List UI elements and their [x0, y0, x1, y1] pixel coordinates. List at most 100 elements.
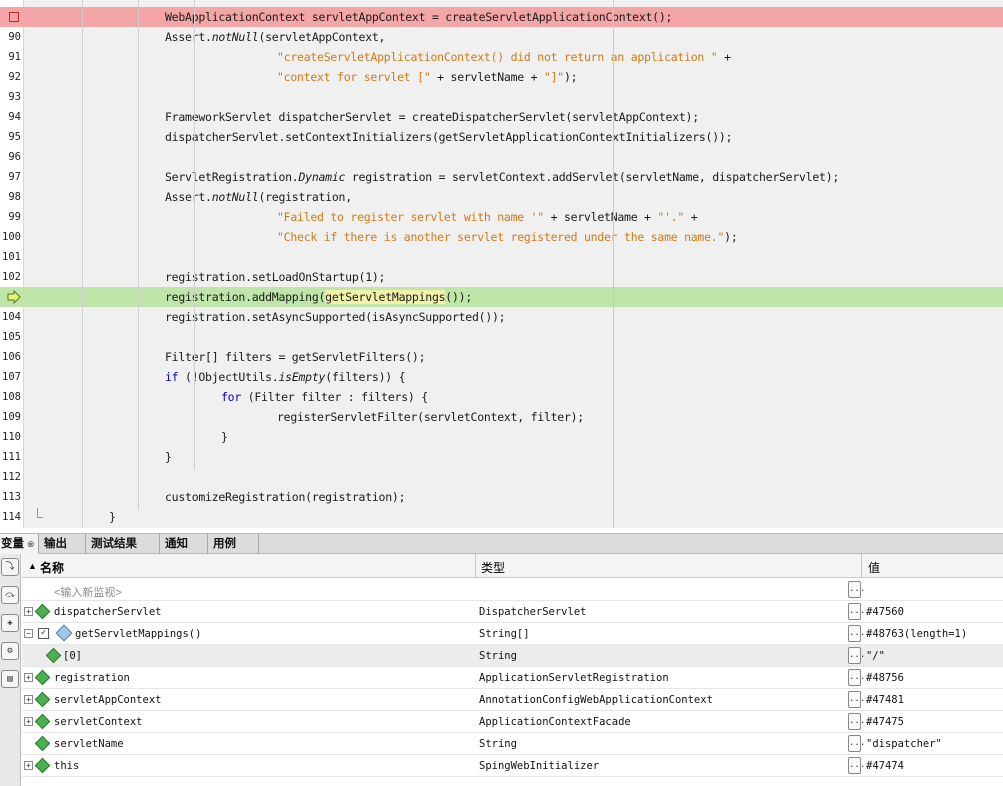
new-watch-row[interactable]: <输入新监视>... — [22, 579, 1003, 601]
variable-value[interactable]: #48763(length=1) — [866, 628, 967, 640]
code-line[interactable]: 93 — [0, 87, 1003, 107]
edit-value-button[interactable]: ... — [848, 603, 865, 620]
step-into-icon[interactable]: ⤼ — [1, 586, 19, 604]
variable-row[interactable]: + servletContext ApplicationContextFacade.… — [22, 711, 1003, 733]
line-number: 109 — [2, 411, 21, 423]
code-text[interactable]: } — [165, 450, 172, 464]
tab-variables[interactable]: 变量 ⊗ — [0, 534, 39, 554]
code-line[interactable]: 109 registerServletFilter(servletContext,… — [0, 407, 1003, 427]
code-line[interactable]: 99 "Failed to register servlet with name … — [0, 207, 1003, 227]
code-line[interactable]: 90 Assert.notNull(servletAppContext, — [0, 27, 1003, 47]
expand-icon[interactable]: + — [24, 607, 33, 616]
code-line[interactable]: 95 dispatcherServlet.setContextInitialize… — [0, 127, 1003, 147]
code-text[interactable]: registration.setLoadOnStartup(1); — [165, 270, 385, 284]
variable-value[interactable]: #47474 — [866, 760, 904, 772]
variable-value[interactable]: #48756 — [866, 672, 904, 684]
variable-value[interactable]: #47475 — [866, 716, 904, 728]
edit-value-button[interactable]: ... — [848, 713, 865, 730]
code-line[interactable]: 92 "context for servlet [" + servletName … — [0, 67, 1003, 87]
code-text[interactable]: WebApplicationContext servletAppContext … — [165, 10, 672, 24]
code-text[interactable]: } — [109, 510, 116, 524]
settings-icon[interactable]: ⚙ — [1, 642, 19, 660]
variable-value[interactable]: "/" — [866, 650, 885, 662]
code-text[interactable]: for (Filter filter : filters) { — [221, 390, 428, 404]
variable-row[interactable]: − ✓ getServletMappings() String[]... #48763(… — [22, 623, 1003, 645]
tab-test-results[interactable]: 测试结果 — [86, 534, 160, 554]
code-text[interactable]: "context for servlet [" + servletName + … — [277, 70, 578, 84]
variable-row[interactable]: + this SpingWebInitializer... #47474 — [22, 755, 1003, 777]
code-line[interactable]: 91 "createServletApplicationContext() did… — [0, 47, 1003, 67]
code-line[interactable]: 107 if (!ObjectUtils.isEmpty(filters)) { — [0, 367, 1003, 387]
variable-row[interactable]: [0] String... "/" — [22, 645, 1003, 667]
code-text[interactable]: } — [221, 430, 228, 444]
variable-row[interactable]: + servletAppContext AnnotationConfigWebApp… — [22, 689, 1003, 711]
code-line[interactable]: 101 — [0, 247, 1003, 267]
code-editor[interactable]: WebApplicationContext servletAppContext … — [0, 0, 1003, 528]
code-line[interactable]: 110} — [0, 427, 1003, 447]
string-literal: "createServletApplicationContext() did n… — [277, 50, 718, 64]
watch-checkbox[interactable]: ✓ — [38, 628, 49, 639]
step-over-icon[interactable]: ⤵ — [1, 558, 19, 576]
code-text[interactable]: "Check if there is another servlet regis… — [277, 230, 738, 244]
code-text[interactable]: Assert.notNull(servletAppContext, — [165, 30, 385, 44]
code-line[interactable]: 105 — [0, 327, 1003, 347]
sort-indicator[interactable]: ▲ — [28, 561, 37, 571]
code-line[interactable]: 102 registration.setLoadOnStartup(1); — [0, 267, 1003, 287]
column-header-type[interactable]: 类型 — [481, 559, 505, 576]
new-watch-input[interactable]: <输入新监视> — [54, 584, 122, 600]
expand-icon[interactable]: + — [24, 717, 33, 726]
code-line[interactable]: 96 — [0, 147, 1003, 167]
edit-value-button[interactable]: ... — [848, 757, 865, 774]
column-header-value[interactable]: 值 — [868, 559, 880, 576]
breakpoint-icon[interactable] — [9, 12, 19, 22]
code-line[interactable]: 98 Assert.notNull(registration, — [0, 187, 1003, 207]
code-text[interactable]: Filter[] filters = getServletFilters(); — [165, 350, 426, 364]
code-line[interactable]: 104 registration.setAsyncSupported(isAsyn… — [0, 307, 1003, 327]
code-line[interactable]: 113 customizeRegistration(registration); — [0, 487, 1003, 507]
layout-icon[interactable]: ▤ — [1, 670, 19, 688]
code-text[interactable]: registration.addMapping(getServletMappin… — [165, 290, 472, 304]
edit-value-button[interactable]: ... — [848, 625, 865, 642]
code-line[interactable]: 100 "Check if there is another servlet re… — [0, 227, 1003, 247]
tab-use-cases[interactable]: 用例 — [208, 534, 259, 554]
code-text[interactable]: registration.setAsyncSupported(isAsyncSu… — [165, 310, 506, 324]
variable-type: ApplicationContextFacade — [479, 716, 631, 728]
code-line[interactable]: WebApplicationContext servletAppContext … — [0, 7, 1003, 27]
edit-value-button[interactable]: ... — [848, 669, 865, 686]
code-line[interactable]: 97 ServletRegistration.Dynamic registrati… — [0, 167, 1003, 187]
tab-notifications[interactable]: 通知 — [160, 534, 208, 554]
code-line[interactable]: 114} — [0, 507, 1003, 527]
variable-value[interactable]: #47481 — [866, 694, 904, 706]
add-watch-icon[interactable]: ✚ — [1, 614, 19, 632]
edit-value-button[interactable]: ... — [848, 647, 865, 664]
edit-value-button[interactable]: ... — [848, 691, 865, 708]
variable-row[interactable]: servletName String... "dispatcher" — [22, 733, 1003, 755]
code-text[interactable]: "Failed to register servlet with name '"… — [277, 210, 698, 224]
code-line[interactable]: registration.addMapping(getServletMappin… — [0, 287, 1003, 307]
expand-icon[interactable]: + — [24, 673, 33, 682]
tab-output[interactable]: 输出 — [39, 534, 86, 554]
tab-close-icon[interactable]: ⊗ — [27, 539, 35, 549]
column-header-name[interactable]: 名称 — [40, 559, 64, 576]
expand-icon[interactable]: + — [24, 761, 33, 770]
code-text[interactable]: FrameworkServlet dispatcherServlet = cre… — [165, 110, 699, 124]
code-line[interactable]: 94 FrameworkServlet dispatcherServlet = c… — [0, 107, 1003, 127]
collapse-icon[interactable]: − — [24, 629, 33, 638]
variable-row[interactable]: + registration ApplicationServletRegistrat… — [22, 667, 1003, 689]
code-text[interactable]: if (!ObjectUtils.isEmpty(filters)) { — [165, 370, 406, 384]
code-text[interactable]: customizeRegistration(registration); — [165, 490, 406, 504]
variable-row[interactable]: + dispatcherServlet DispatcherServlet... #4… — [22, 601, 1003, 623]
code-line[interactable]: 112 — [0, 467, 1003, 487]
variable-value[interactable]: #47560 — [866, 606, 904, 618]
code-line[interactable]: 108 for (Filter filter : filters) { — [0, 387, 1003, 407]
code-text[interactable]: ServletRegistration.Dynamic registration… — [165, 170, 839, 184]
edit-value-button[interactable]: ... — [848, 581, 865, 598]
code-line[interactable]: 111} — [0, 447, 1003, 467]
code-text[interactable]: registerServletFilter(servletContext, fi… — [277, 410, 584, 424]
variable-value[interactable]: "dispatcher" — [866, 738, 942, 750]
code-text[interactable]: "createServletApplicationContext() did n… — [277, 50, 731, 64]
edit-value-button[interactable]: ... — [848, 735, 865, 752]
code-line[interactable]: 106 Filter[] filters = getServletFilters(… — [0, 347, 1003, 367]
code-text[interactable]: dispatcherServlet.setContextInitializers… — [165, 130, 733, 144]
expand-icon[interactable]: + — [24, 695, 33, 704]
